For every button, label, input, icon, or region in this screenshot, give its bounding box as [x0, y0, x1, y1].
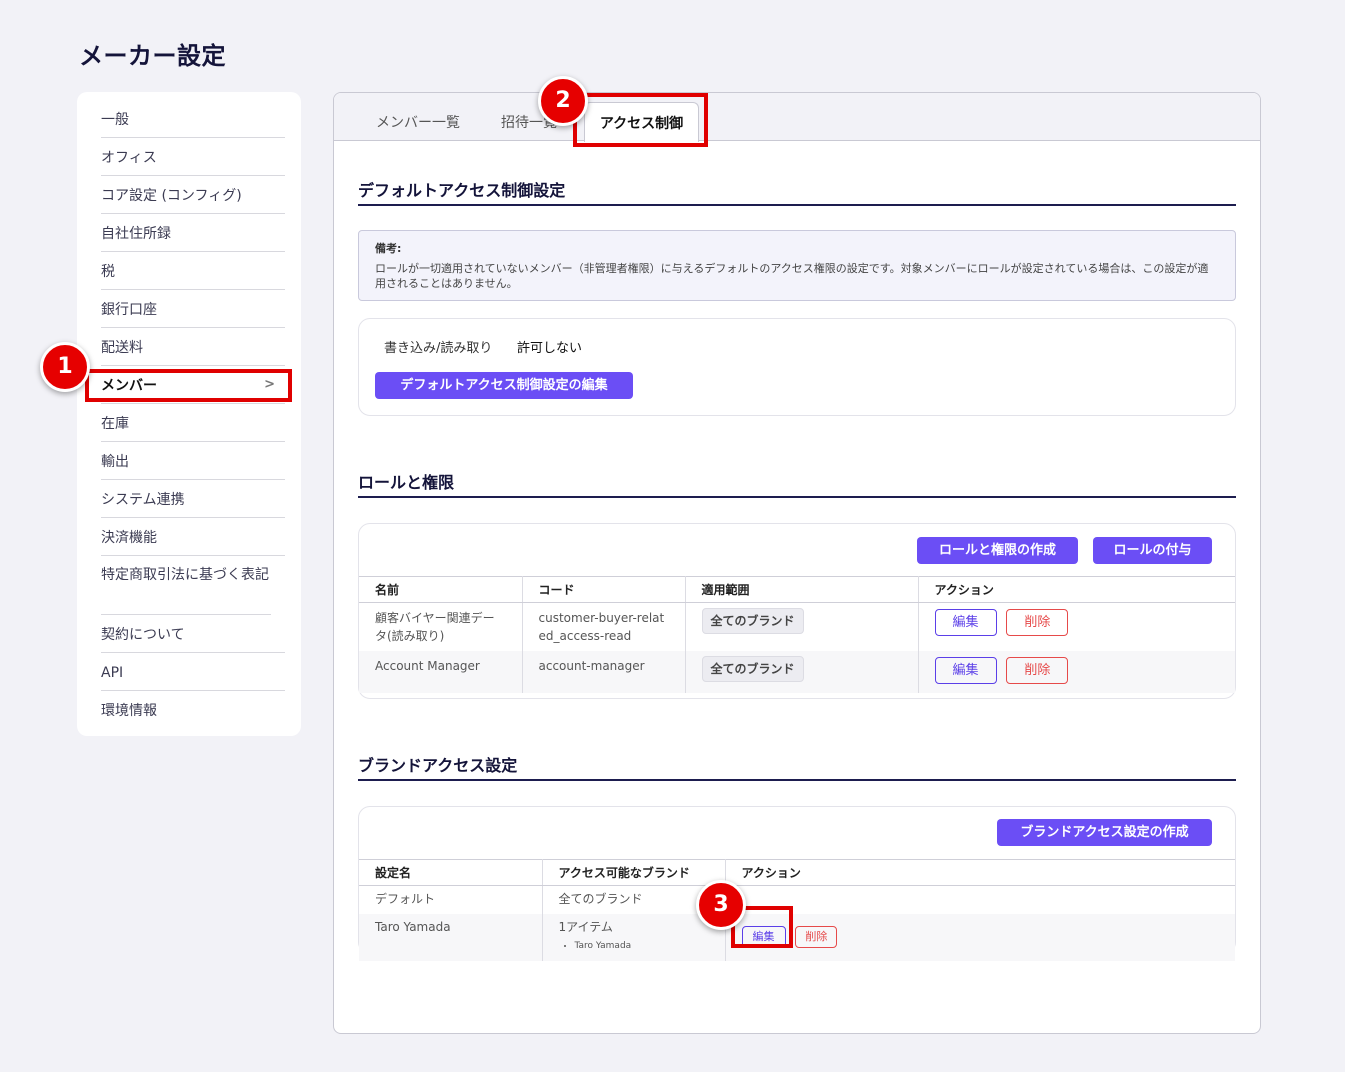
- step-badge-1: 1: [40, 342, 90, 392]
- edit-button[interactable]: 編集: [741, 926, 786, 948]
- scope-chip: 全てのブランド: [701, 608, 804, 634]
- role-name: 顧客バイヤー関連データ(読み取り): [359, 602, 523, 651]
- column-header-scope: 適用範囲: [685, 576, 919, 603]
- main-panel: メンバー一覧 招待一覧 アクセス制御 デフォルトアクセス制御設定 備考: ロール…: [333, 92, 1261, 1034]
- roles-title: ロールと権限: [358, 473, 455, 492]
- note-title: 備考:: [375, 242, 402, 255]
- edit-default-access-button[interactable]: デフォルトアクセス制御設定の編集: [375, 372, 633, 399]
- list-item: Taro Yamada: [575, 937, 709, 955]
- column-header-code: コード: [522, 576, 686, 603]
- delete-button[interactable]: 削除: [1006, 657, 1069, 684]
- roles-card: ロールと権限の作成 ロールの付与 名前 コード 適用範囲 アクション 顧客バイヤ…: [358, 523, 1236, 699]
- brand-access-card: ブランドアクセス設定の作成 設定名 アクセス可能なブランド アクション デフォル…: [358, 806, 1236, 961]
- table-row: Taro Yamada 1アイテム Taro Yamada 編集 削除: [359, 914, 1235, 961]
- brand-count: 1アイテム: [558, 920, 613, 934]
- role-scope: 全てのブランド: [685, 651, 919, 693]
- table-row: Account Manager account-manager 全てのブランド …: [359, 651, 1235, 693]
- role-code-text: customer-buyer-related_access-read: [538, 611, 665, 643]
- brand-access-table: 設定名 アクセス可能なブランド アクション デフォルト 全てのブランド Taro…: [359, 859, 1235, 961]
- accessible-brands: 1アイテム Taro Yamada: [542, 914, 726, 961]
- section-divider: [358, 779, 1236, 781]
- scope-chip: 全てのブランド: [701, 656, 804, 682]
- sidebar-item-api[interactable]: API: [101, 653, 285, 691]
- column-header-action: アクション: [918, 576, 1235, 603]
- sidebar-item-contract[interactable]: 契約について: [101, 615, 285, 653]
- settings-sidebar: 一般 オフィス コア設定 (コンフィグ) 自社住所録 税 銀行口座 配送料 メン…: [77, 92, 301, 736]
- chevron-right-icon: >: [264, 377, 275, 392]
- role-scope: 全てのブランド: [685, 602, 919, 651]
- page-title: メーカー設定: [79, 42, 226, 70]
- note-body: ロールが一切適用されていないメンバー（非管理者権限）に与えるデフォルトのアクセス…: [375, 262, 1209, 290]
- role-name: Account Manager: [359, 651, 523, 693]
- sidebar-item-label: メンバー: [101, 378, 157, 394]
- section-divider: [358, 204, 1236, 206]
- brand-access-title: ブランドアクセス設定: [358, 756, 518, 775]
- sidebar-item-commerce-law[interactable]: 特定商取引法に基づく表記: [101, 556, 271, 615]
- step-badge-3: 3: [696, 880, 746, 930]
- sidebar-item-core-config[interactable]: コア設定 (コンフィグ): [101, 176, 285, 214]
- sidebar-item-inventory[interactable]: 在庫: [101, 404, 285, 442]
- edit-button[interactable]: 編集: [934, 657, 997, 684]
- sidebar-item-office[interactable]: オフィス: [101, 138, 285, 176]
- tab-bar: メンバー一覧 招待一覧 アクセス制御: [334, 93, 1260, 142]
- default-access-title: デフォルトアクセス制御設定: [358, 181, 566, 200]
- tab-member-list[interactable]: メンバー一覧: [376, 112, 460, 132]
- role-code: account-manager: [522, 651, 686, 693]
- sidebar-item-address-book[interactable]: 自社住所録: [101, 214, 285, 252]
- delete-button[interactable]: 削除: [795, 926, 838, 948]
- delete-button[interactable]: 削除: [1006, 609, 1069, 636]
- sidebar-item-environment[interactable]: 環境情報: [101, 691, 285, 729]
- assign-role-button[interactable]: ロールの付与: [1093, 537, 1212, 564]
- role-code: customer-buyer-related_access-read: [522, 602, 686, 651]
- brand-list: Taro Yamada: [559, 937, 709, 955]
- table-row: デフォルト 全てのブランド: [359, 885, 1235, 915]
- step-badge-2: 2: [538, 76, 588, 126]
- sidebar-item-bank-account[interactable]: 銀行口座: [101, 290, 285, 328]
- section-divider: [358, 496, 1236, 498]
- brand-actions: [725, 886, 1235, 915]
- brand-actions: 編集 削除: [725, 914, 1235, 961]
- tab-access-control[interactable]: アクセス制御: [584, 102, 699, 142]
- create-brand-access-button[interactable]: ブランドアクセス設定の作成: [997, 819, 1212, 846]
- permission-label: 書き込み/読み取り: [384, 341, 493, 356]
- column-header-brands: アクセス可能なブランド: [542, 859, 726, 886]
- sidebar-item-tax[interactable]: 税: [101, 252, 285, 290]
- sidebar-item-general[interactable]: 一般: [101, 100, 285, 138]
- sidebar-item-payments[interactable]: 決済機能: [101, 518, 285, 556]
- setting-name: Taro Yamada: [359, 914, 543, 961]
- sidebar-item-integrations[interactable]: システム連携: [101, 480, 285, 518]
- roles-table: 名前 コード 適用範囲 アクション 顧客バイヤー関連データ(読み取り) cust…: [359, 576, 1235, 693]
- edit-button[interactable]: 編集: [934, 609, 997, 636]
- permission-value: 許可しない: [517, 341, 583, 356]
- sidebar-item-export[interactable]: 輸出: [101, 442, 285, 480]
- role-actions: 編集 削除: [918, 651, 1235, 693]
- column-header-action: アクション: [725, 859, 1235, 886]
- sidebar-item-members[interactable]: メンバー >: [101, 366, 285, 404]
- setting-name: デフォルト: [359, 885, 543, 914]
- note-box: 備考: ロールが一切適用されていないメンバー（非管理者権限）に与えるデフォルトの…: [358, 230, 1236, 301]
- default-access-card: 書き込み/読み取り 許可しない デフォルトアクセス制御設定の編集: [358, 318, 1236, 416]
- role-actions: 編集 削除: [918, 603, 1235, 652]
- create-role-button[interactable]: ロールと権限の作成: [917, 537, 1078, 564]
- sidebar-item-shipping[interactable]: 配送料: [101, 328, 285, 366]
- table-row: 顧客バイヤー関連データ(読み取り) customer-buyer-related…: [359, 602, 1235, 652]
- column-header-name: 名前: [359, 576, 523, 603]
- column-header-setting-name: 設定名: [359, 859, 543, 886]
